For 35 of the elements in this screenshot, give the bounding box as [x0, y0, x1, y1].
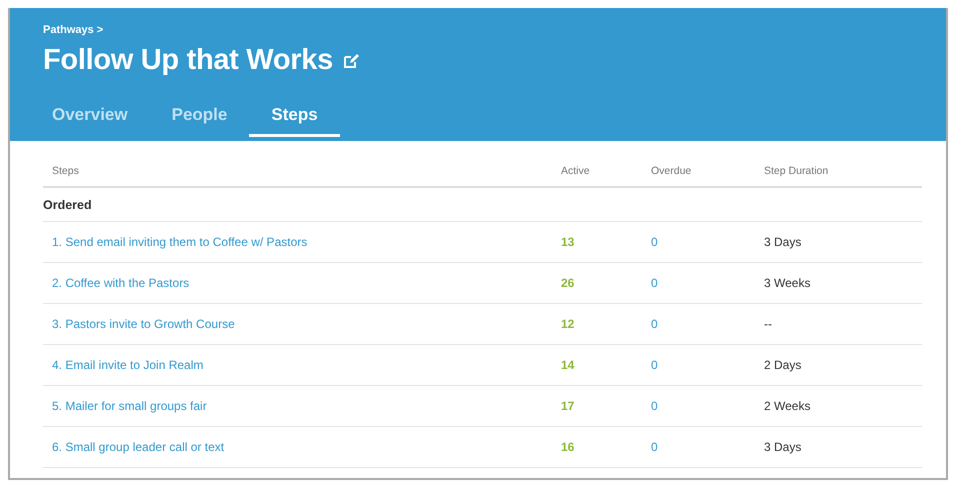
- step-duration: --: [764, 317, 772, 331]
- overdue-count: 0: [651, 235, 658, 249]
- tab[interactable]: People: [150, 99, 250, 137]
- active-count: 17: [561, 399, 574, 413]
- step-duration: 3 Weeks: [764, 276, 810, 290]
- edit-icon[interactable]: [342, 52, 359, 68]
- tab[interactable]: Overview: [30, 99, 150, 137]
- overdue-count: 0: [651, 399, 658, 413]
- column-header: Steps: [51, 164, 80, 176]
- overdue-count: 0: [651, 358, 658, 372]
- column-header: Active: [561, 164, 591, 176]
- active-count: 13: [561, 235, 574, 249]
- active-count: 14: [561, 358, 574, 372]
- overdue-count: 0: [651, 276, 658, 290]
- step-link[interactable]: 3. Pastors invite to Growth Course: [43, 317, 235, 331]
- step-link[interactable]: 2. Coffee with the Pastors: [43, 276, 190, 290]
- step-link[interactable]: 5. Mailer for small groups fair: [43, 399, 207, 413]
- breadcrumb-link[interactable]: Pathways >: [43, 24, 104, 36]
- step-duration: 3 Days: [764, 440, 802, 454]
- active-count: 12: [561, 317, 574, 331]
- step-duration: 3 Days: [764, 235, 802, 249]
- group-label: Ordered: [43, 198, 92, 212]
- step-duration: 2 Weeks: [764, 399, 810, 413]
- tab[interactable]: Steps: [249, 99, 340, 137]
- overdue-count: 0: [651, 440, 658, 454]
- active-count: 16: [561, 440, 574, 454]
- step-link[interactable]: 4. Email invite to Join Realm: [43, 358, 204, 372]
- overdue-count: 0: [651, 317, 658, 331]
- active-count: 26: [561, 276, 574, 290]
- column-header: Step Duration: [764, 164, 830, 176]
- step-link[interactable]: 6. Small group leader call or text: [43, 440, 224, 454]
- page-title: Follow Up that Works: [43, 44, 333, 77]
- step-duration: 2 Days: [764, 358, 802, 372]
- column-header: Overdue: [651, 164, 692, 176]
- step-link[interactable]: 1. Send email inviting them to Coffee w/ Pastors: [43, 235, 308, 249]
